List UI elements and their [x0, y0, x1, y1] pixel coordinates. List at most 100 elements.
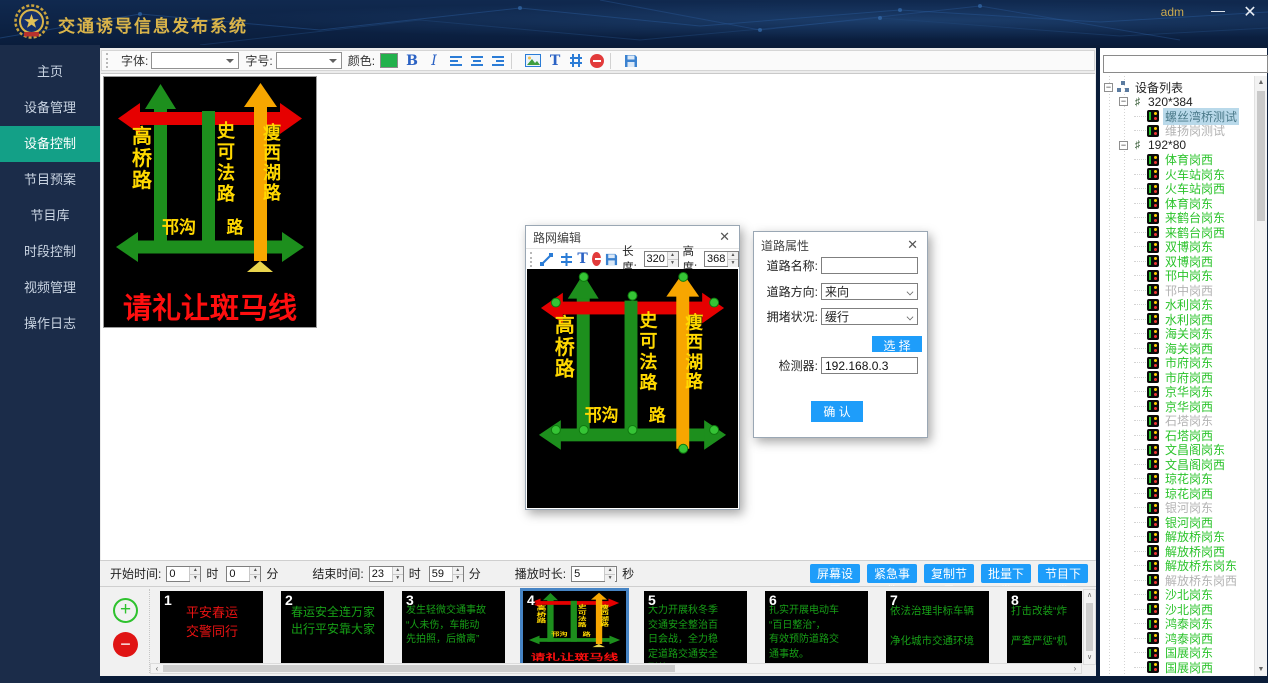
- scrollbar-thumb[interactable]: [1257, 91, 1265, 221]
- height-input[interactable]: [705, 252, 727, 266]
- height-spinner[interactable]: ▲▼: [704, 251, 739, 267]
- spin-down-icon[interactable]: ▼: [393, 574, 403, 582]
- duration-spinner[interactable]: ▲▼: [571, 566, 617, 582]
- program-thumb[interactable]: 4 请礼让斑马线: [523, 591, 626, 663]
- design-canvas[interactable]: 请礼让斑马线 路网编辑 ✕ T: [101, 73, 1095, 560]
- start-hour-input[interactable]: [167, 567, 189, 581]
- end-hour-spinner[interactable]: ▲▼: [369, 566, 404, 582]
- spin-up-icon[interactable]: ▲: [605, 567, 615, 574]
- sidebar-item-节目库[interactable]: 节目库: [0, 198, 100, 234]
- delete-tool-icon[interactable]: [590, 54, 604, 68]
- scrollbar-thumb[interactable]: [1086, 603, 1093, 651]
- sidebar-item-主页[interactable]: 主页: [0, 54, 100, 90]
- text-tool-icon[interactable]: T: [577, 251, 587, 267]
- spin-up-icon[interactable]: ▲: [190, 567, 200, 574]
- align-center-icon[interactable]: [470, 55, 484, 67]
- add-program-button[interactable]: +: [113, 598, 138, 623]
- spin-down-icon[interactable]: ▼: [190, 574, 200, 582]
- end-minute-spinner[interactable]: ▲▼: [429, 566, 464, 582]
- spinner-arrows[interactable]: ▲▼: [727, 252, 738, 266]
- road-name-input[interactable]: [821, 257, 918, 274]
- bold-button[interactable]: B: [404, 53, 420, 69]
- program-thumb[interactable]: 2春运安全连万家出行平安靠大家: [281, 591, 384, 663]
- program-horizontal-scrollbar[interactable]: ‹ ›: [150, 663, 1082, 674]
- tree-root[interactable]: −设备列表: [1100, 80, 1254, 95]
- spin-up-icon[interactable]: ▲: [453, 567, 463, 574]
- spin-down-icon[interactable]: ▼: [453, 574, 463, 582]
- align-left-icon[interactable]: [449, 55, 463, 67]
- length-spinner[interactable]: ▲▼: [644, 251, 679, 267]
- program-thumb[interactable]: 1平安春运交警同行: [160, 591, 263, 663]
- tree-device[interactable]: 国展岗西: [1100, 660, 1254, 675]
- sidebar-item-视频管理[interactable]: 视频管理: [0, 270, 100, 306]
- align-right-icon[interactable]: [491, 55, 505, 67]
- scroll-up-icon[interactable]: ∧: [1084, 590, 1095, 602]
- sign-preview[interactable]: 请礼让斑马线: [103, 76, 317, 328]
- spin-down-icon[interactable]: ▼: [605, 574, 615, 582]
- start-hour-spinner[interactable]: ▲▼: [166, 566, 201, 582]
- action-button-屏幕设置[interactable]: 屏幕设置: [810, 564, 860, 583]
- font-size-select[interactable]: [276, 52, 342, 69]
- close-icon[interactable]: ✕: [1240, 2, 1260, 22]
- congestion-select[interactable]: 缓行: [821, 308, 918, 325]
- scrollbar-thumb[interactable]: [163, 665, 675, 672]
- action-button-节目下发[interactable]: 节目下发: [1038, 564, 1088, 583]
- start-minute-input[interactable]: [227, 567, 249, 581]
- program-thumb[interactable]: 7依法治理非标车辆 净化城市交通环境: [886, 591, 989, 663]
- action-button-批量下发[interactable]: 批量下发: [981, 564, 1031, 583]
- tree-device[interactable]: 维扬岗测试: [1100, 124, 1254, 139]
- program-thumb[interactable]: 5大力开展秋冬季交通安全整治百日会战，全力稳定道路交通安全形势！: [644, 591, 747, 663]
- device-tree-scrollbar[interactable]: ▲ ▼: [1254, 76, 1267, 676]
- road-direction-select[interactable]: 来向: [821, 283, 918, 300]
- font-select[interactable]: [151, 52, 239, 69]
- scroll-up-icon[interactable]: ▲: [1255, 76, 1267, 89]
- spin-down-icon[interactable]: ▼: [728, 259, 738, 267]
- toolbar-grip[interactable]: [530, 252, 533, 267]
- spin-up-icon[interactable]: ▲: [728, 252, 738, 259]
- end-minute-input[interactable]: [430, 567, 452, 581]
- scroll-down-icon[interactable]: ▼: [1255, 663, 1267, 676]
- draw-line-tool-icon[interactable]: [540, 253, 553, 266]
- spin-down-icon[interactable]: ▼: [250, 574, 260, 582]
- confirm-button[interactable]: 确 认: [811, 401, 863, 422]
- sidebar-item-时段控制[interactable]: 时段控制: [0, 234, 100, 270]
- close-icon[interactable]: ✕: [905, 237, 920, 253]
- program-thumb[interactable]: 6扎实开展电动车“百日整治”，有效预防道路交通事故。: [765, 591, 868, 663]
- minimize-icon[interactable]: —: [1208, 2, 1228, 18]
- italic-button[interactable]: I: [426, 53, 442, 69]
- dialog-title-bar[interactable]: 道路属性 ✕: [754, 232, 927, 254]
- scroll-right-icon[interactable]: ›: [1069, 664, 1081, 673]
- action-button-紧急事件[interactable]: 紧急事件: [867, 564, 917, 583]
- draw-road-tool-icon[interactable]: [560, 253, 573, 266]
- select-button[interactable]: 选 择: [872, 336, 922, 352]
- action-button-复制节目[interactable]: 复制节目: [924, 564, 974, 583]
- roadnet-tool-icon[interactable]: [569, 54, 583, 67]
- tree-expander-icon[interactable]: −: [1119, 97, 1128, 106]
- program-vertical-scrollbar[interactable]: ∧ ∨: [1083, 589, 1096, 665]
- save-icon[interactable]: [624, 54, 638, 68]
- spin-up-icon[interactable]: ▲: [393, 567, 403, 574]
- spin-down-icon[interactable]: ▼: [668, 259, 678, 267]
- spinner-arrows[interactable]: ▲▼: [667, 252, 678, 266]
- program-thumb[interactable]: 8打击改装“炸 严查严惩“机: [1007, 591, 1082, 663]
- scroll-down-icon[interactable]: ∨: [1084, 652, 1095, 664]
- sidebar-item-节目预案[interactable]: 节目预案: [0, 162, 100, 198]
- detector-input[interactable]: [821, 357, 918, 374]
- sidebar-item-设备管理[interactable]: 设备管理: [0, 90, 100, 126]
- save-icon[interactable]: [605, 253, 618, 266]
- spin-up-icon[interactable]: ▲: [668, 252, 678, 259]
- scroll-left-icon[interactable]: ‹: [151, 664, 163, 673]
- toolbar-grip[interactable]: [106, 53, 110, 68]
- roadnet-edit-canvas[interactable]: [527, 269, 738, 508]
- close-icon[interactable]: ✕: [717, 229, 732, 245]
- program-thumb[interactable]: 3发生轻微交通事故“人未伤，车能动先拍照，后撤离”: [402, 591, 505, 663]
- spin-up-icon[interactable]: ▲: [250, 567, 260, 574]
- end-hour-input[interactable]: [370, 567, 392, 581]
- duration-input[interactable]: [572, 567, 604, 581]
- color-swatch[interactable]: [380, 53, 398, 68]
- username-label[interactable]: adm: [1161, 5, 1184, 19]
- tree-expander-icon[interactable]: −: [1119, 141, 1128, 150]
- text-tool-icon[interactable]: T: [548, 53, 562, 69]
- sidebar-item-操作日志[interactable]: 操作日志: [0, 306, 100, 342]
- tree-expander-icon[interactable]: −: [1104, 83, 1113, 92]
